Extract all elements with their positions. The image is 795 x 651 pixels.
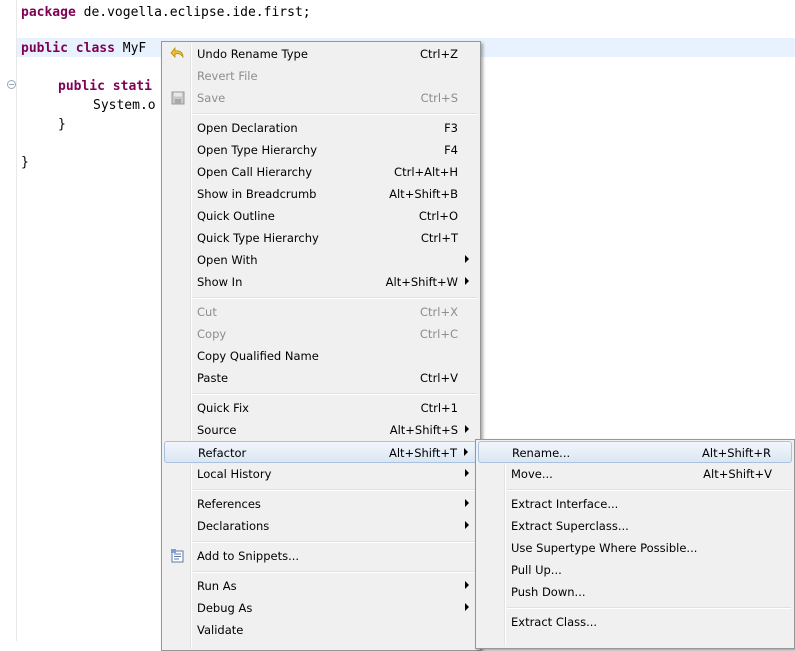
submenu-arrow-icon [464, 448, 468, 456]
submenu-item-extract-superclass[interactable]: Extract Superclass... [478, 515, 792, 537]
menu-item-paste[interactable]: Paste Ctrl+V [164, 367, 478, 389]
submenu-item-extract-interface[interactable]: Extract Interface... [478, 493, 792, 515]
menu-item-revert-file[interactable]: Revert File [164, 65, 478, 87]
submenu-arrow-icon [465, 255, 469, 263]
menu-item-copy[interactable]: Copy Ctrl+C [164, 323, 478, 345]
menu-item-open-type-hierarchy[interactable]: Open Type Hierarchy F4 [164, 139, 478, 161]
menu-separator [193, 571, 477, 573]
submenu-item-pull-up[interactable]: Pull Up... [478, 559, 792, 581]
code-line-method-close: } [58, 117, 66, 132]
refactor-submenu: Rename... Alt+Shift+R Move... Alt+Shift+… [475, 439, 795, 649]
menu-item-refactor[interactable]: Refactor Alt+Shift+T [164, 441, 478, 463]
submenu-item-use-supertype[interactable]: Use Supertype Where Possible... [478, 537, 792, 559]
submenu-arrow-icon [465, 499, 469, 507]
submenu-item-extract-class[interactable]: Extract Class... [478, 611, 792, 633]
menu-item-validate[interactable]: Validate [164, 619, 478, 641]
menu-item-declarations[interactable]: Declarations [164, 515, 478, 537]
submenu-arrow-icon [465, 581, 469, 589]
menu-item-show-in-breadcrumb[interactable]: Show in Breadcrumb Alt+Shift+B [164, 183, 478, 205]
menu-separator [193, 113, 477, 115]
submenu-arrow-icon [465, 521, 469, 529]
code-line-statement: System.o [93, 98, 156, 113]
menu-item-local-history[interactable]: Local History [164, 463, 478, 485]
save-icon [171, 91, 185, 105]
menu-separator [193, 489, 477, 491]
menu-separator [507, 607, 791, 609]
undo-icon [170, 46, 184, 59]
menu-separator [193, 393, 477, 395]
fold-collapse-icon[interactable]: − [7, 80, 16, 89]
submenu-arrow-icon [465, 603, 469, 611]
menu-item-open-declaration[interactable]: Open Declaration F3 [164, 117, 478, 139]
menu-item-show-in[interactable]: Show In Alt+Shift+W [164, 271, 478, 293]
menu-item-open-call-hierarchy[interactable]: Open Call Hierarchy Ctrl+Alt+H [164, 161, 478, 183]
menu-item-open-with[interactable]: Open With [164, 249, 478, 271]
submenu-arrow-icon [465, 277, 469, 285]
menu-item-quick-outline[interactable]: Quick Outline Ctrl+O [164, 205, 478, 227]
submenu-item-push-down[interactable]: Push Down... [478, 581, 792, 603]
menu-item-quick-fix[interactable]: Quick Fix Ctrl+1 [164, 397, 478, 419]
menu-item-copy-qualified-name[interactable]: Copy Qualified Name [164, 345, 478, 367]
editor-context-menu: Undo Rename Type Ctrl+Z Revert File Save… [161, 41, 481, 651]
menu-item-add-to-snippets[interactable]: Add to Snippets... [164, 545, 478, 567]
submenu-item-rename[interactable]: Rename... Alt+Shift+R [478, 441, 792, 463]
code-line-package: package de.vogella.eclipse.ide.first; [21, 5, 311, 20]
menu-item-debug-as[interactable]: Debug As [164, 597, 478, 619]
snippets-icon [171, 549, 184, 563]
menu-item-run-as[interactable]: Run As [164, 575, 478, 597]
menu-item-save[interactable]: Save Ctrl+S [164, 87, 478, 109]
submenu-item-move[interactable]: Move... Alt+Shift+V [478, 463, 792, 485]
menu-item-cut[interactable]: Cut Ctrl+X [164, 301, 478, 323]
code-line-class-decl: public class MyF [21, 41, 147, 56]
code-line-class-close: } [21, 155, 29, 170]
menu-separator [193, 541, 477, 543]
menu-separator [193, 297, 477, 299]
submenu-arrow-icon [465, 425, 469, 433]
menu-item-source[interactable]: Source Alt+Shift+S [164, 419, 478, 441]
menu-item-references[interactable]: References [164, 493, 478, 515]
menu-item-undo-rename-type[interactable]: Undo Rename Type Ctrl+Z [164, 43, 478, 65]
menu-item-quick-type-hierarchy[interactable]: Quick Type Hierarchy Ctrl+T [164, 227, 478, 249]
editor-gutter [16, 0, 17, 641]
submenu-arrow-icon [465, 469, 469, 477]
code-line-method-decl: public stati [58, 79, 152, 94]
menu-separator [507, 489, 791, 491]
